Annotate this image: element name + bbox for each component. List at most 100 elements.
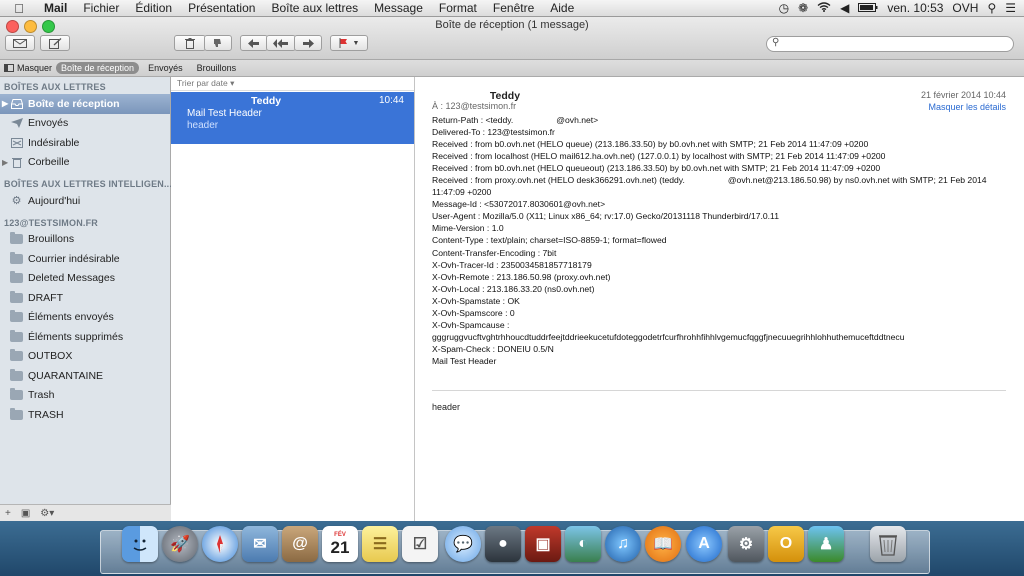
safari-icon[interactable] bbox=[202, 526, 238, 562]
action-gear-icon[interactable]: ⚙▾ bbox=[40, 508, 54, 519]
mail-app-icon[interactable]: ✉ bbox=[242, 526, 278, 562]
sidebar-item-sent[interactable]: Envoyés bbox=[0, 114, 170, 134]
sidebar-item-junk[interactable]: Indésirable bbox=[0, 133, 170, 153]
inbox-icon bbox=[10, 98, 23, 109]
trash-icon bbox=[185, 37, 195, 49]
menu-presentation[interactable]: Présentation bbox=[180, 1, 263, 15]
delete-button[interactable] bbox=[174, 35, 206, 51]
bluetooth-icon[interactable]: ❁ bbox=[798, 1, 808, 15]
search-field[interactable]: ⚲ bbox=[766, 36, 1014, 52]
menu-format[interactable]: Format bbox=[431, 1, 485, 15]
flag-button[interactable]: ▼ bbox=[330, 35, 368, 51]
sidebar-item-label: QUARANTAINE bbox=[28, 369, 104, 382]
sidebar-item-folder[interactable]: QUARANTAINE bbox=[0, 366, 170, 386]
menu-aide[interactable]: Aide bbox=[542, 1, 582, 15]
chevron-down-icon: ▾ bbox=[230, 78, 235, 88]
favorite-inbox[interactable]: Boîte de réception bbox=[56, 62, 140, 74]
wifi-icon[interactable] bbox=[817, 1, 831, 15]
iphoto-icon[interactable]: ◐ bbox=[565, 526, 601, 562]
sidebar-item-label: TRASH bbox=[28, 408, 64, 421]
sidebar-item-label: Courrier indésirable bbox=[28, 252, 120, 265]
sidebar-item-trash[interactable]: ▶ Corbeille bbox=[0, 153, 170, 173]
menu-clock[interactable]: ven. 10:53 bbox=[887, 1, 943, 15]
header-line: X-Ovh-Spamcause : bbox=[432, 319, 510, 330]
favorite-drafts[interactable]: Brouillons bbox=[192, 62, 242, 74]
sidebar-item-folder[interactable]: OUTBOX bbox=[0, 347, 170, 367]
menu-user[interactable]: OVH bbox=[952, 1, 978, 15]
finder-icon[interactable] bbox=[122, 526, 158, 562]
compose-button[interactable] bbox=[40, 35, 70, 51]
get-mail-button[interactable] bbox=[5, 35, 35, 51]
flag-icon bbox=[339, 38, 347, 48]
message-list: Trier par date ▾ Teddy 10:44 Mail Test H… bbox=[171, 77, 415, 521]
menu-boite-aux-lettres[interactable]: Boîte aux lettres bbox=[263, 1, 366, 15]
message-headers: Return-Path : <teddy. @ovh.net> Delivere… bbox=[432, 114, 1012, 367]
launchpad-icon[interactable]: 🚀 bbox=[162, 526, 198, 562]
notification-center-icon[interactable]: ☰ bbox=[1005, 1, 1016, 15]
outlook-icon[interactable]: O bbox=[768, 526, 804, 562]
hide-sidebar-button[interactable]: Masquer bbox=[4, 63, 52, 73]
system-preferences-icon[interactable]: ⚙ bbox=[728, 526, 764, 562]
messages-icon[interactable]: 💬 bbox=[445, 526, 481, 562]
sidebar-item-folder[interactable]: Éléments supprimés bbox=[0, 327, 170, 347]
reply-button[interactable] bbox=[240, 35, 268, 51]
sidebar-item-label: Indésirable bbox=[28, 136, 80, 149]
sidebar-item-folder[interactable]: Trash bbox=[0, 386, 170, 406]
menu-fenetre[interactable]: Fenêtre bbox=[485, 1, 542, 15]
sidebar-item-label: Deleted Messages bbox=[28, 272, 115, 285]
favorites-bar: Masquer Boîte de réception Envoyés Broui… bbox=[0, 60, 1024, 77]
battery-icon[interactable] bbox=[858, 1, 878, 15]
message-sender: Teddy bbox=[251, 95, 282, 107]
menu-fichier[interactable]: Fichier bbox=[75, 1, 127, 15]
sidebar-item-folder[interactable]: Deleted Messages bbox=[0, 269, 170, 289]
header-line: Received : from b0.ovh.net (HELO queue) … bbox=[432, 139, 869, 150]
header-line: X-Spam-Check : DONEIU 0.5/N bbox=[432, 343, 554, 354]
app-store-icon[interactable]: A bbox=[686, 526, 722, 562]
section-account: 123@TESTSIMON.FR bbox=[4, 217, 98, 228]
sort-by-date-button[interactable]: Trier par date ▾ bbox=[171, 77, 414, 91]
menu-message[interactable]: Message bbox=[366, 1, 431, 15]
hide-label: Masquer bbox=[17, 63, 53, 73]
sidebar-item-folder[interactable]: DRAFT bbox=[0, 288, 170, 308]
sidebar-item-today[interactable]: ⚙ Aujourd'hui bbox=[0, 191, 170, 211]
volume-icon[interactable]: ◀ bbox=[840, 1, 849, 15]
favorite-sent[interactable]: Envoyés bbox=[143, 62, 188, 74]
sidebar-item-folder[interactable]: Éléments envoyés bbox=[0, 308, 170, 328]
photo-booth-icon[interactable]: ▣ bbox=[525, 526, 561, 562]
disclosure-icon[interactable]: ▶ bbox=[2, 158, 8, 167]
spotlight-icon[interactable]: ⚲ bbox=[987, 1, 996, 15]
disclosure-icon[interactable]: ▶ bbox=[2, 99, 8, 108]
show-activity-icon[interactable]: ▣ bbox=[21, 508, 30, 519]
sidebar-item-folder[interactable]: Courrier indésirable bbox=[0, 249, 170, 269]
forward-button[interactable] bbox=[294, 35, 322, 51]
hide-details-link[interactable]: Masquer les détails bbox=[928, 102, 1006, 112]
apple-menu-icon[interactable]:  bbox=[12, 1, 26, 16]
facetime-icon[interactable]: ● bbox=[485, 526, 521, 562]
menu-app-mail[interactable]: Mail bbox=[36, 1, 75, 15]
chevron-down-icon: ▼ bbox=[352, 39, 360, 47]
ibooks-icon[interactable]: 📖 bbox=[645, 526, 681, 562]
folder-icon bbox=[10, 388, 23, 401]
sidebar-item-inbox[interactable]: ▶ Boîte de réception bbox=[0, 94, 170, 114]
sidebar-item-folder[interactable]: TRASH bbox=[0, 405, 170, 425]
junk-button[interactable] bbox=[204, 35, 232, 51]
notes-icon[interactable]: ☰ bbox=[362, 526, 398, 562]
header-line: Received : from proxy.ovh.net (HELO desk… bbox=[432, 175, 989, 198]
calendar-icon[interactable]: FÉV 21 bbox=[322, 526, 358, 562]
itunes-icon[interactable]: ♫ bbox=[605, 526, 641, 562]
sidebar-item-label: Corbeille bbox=[28, 156, 70, 169]
messenger-icon[interactable]: ♟ bbox=[808, 526, 844, 562]
header-line: X-Ovh-Tracer-Id : 2350034581857718179 bbox=[432, 259, 592, 270]
menu-edition[interactable]: Édition bbox=[127, 1, 180, 15]
folder-icon bbox=[10, 232, 23, 245]
time-machine-icon[interactable]: ◷ bbox=[779, 1, 789, 15]
folder-icon bbox=[10, 407, 23, 420]
contacts-icon[interactable]: @ bbox=[282, 526, 318, 562]
sidebar-item-folder[interactable]: Brouillons bbox=[0, 230, 170, 250]
trash-dock-icon[interactable] bbox=[870, 526, 906, 562]
reminders-icon[interactable]: ☑ bbox=[402, 526, 438, 562]
header-line: Received : from localhost (HELO mail612.… bbox=[432, 151, 886, 162]
list-item[interactable]: Teddy 10:44 Mail Test Header header bbox=[171, 92, 414, 144]
add-mailbox-icon[interactable]: + bbox=[5, 508, 11, 519]
reply-all-button[interactable] bbox=[266, 35, 296, 51]
